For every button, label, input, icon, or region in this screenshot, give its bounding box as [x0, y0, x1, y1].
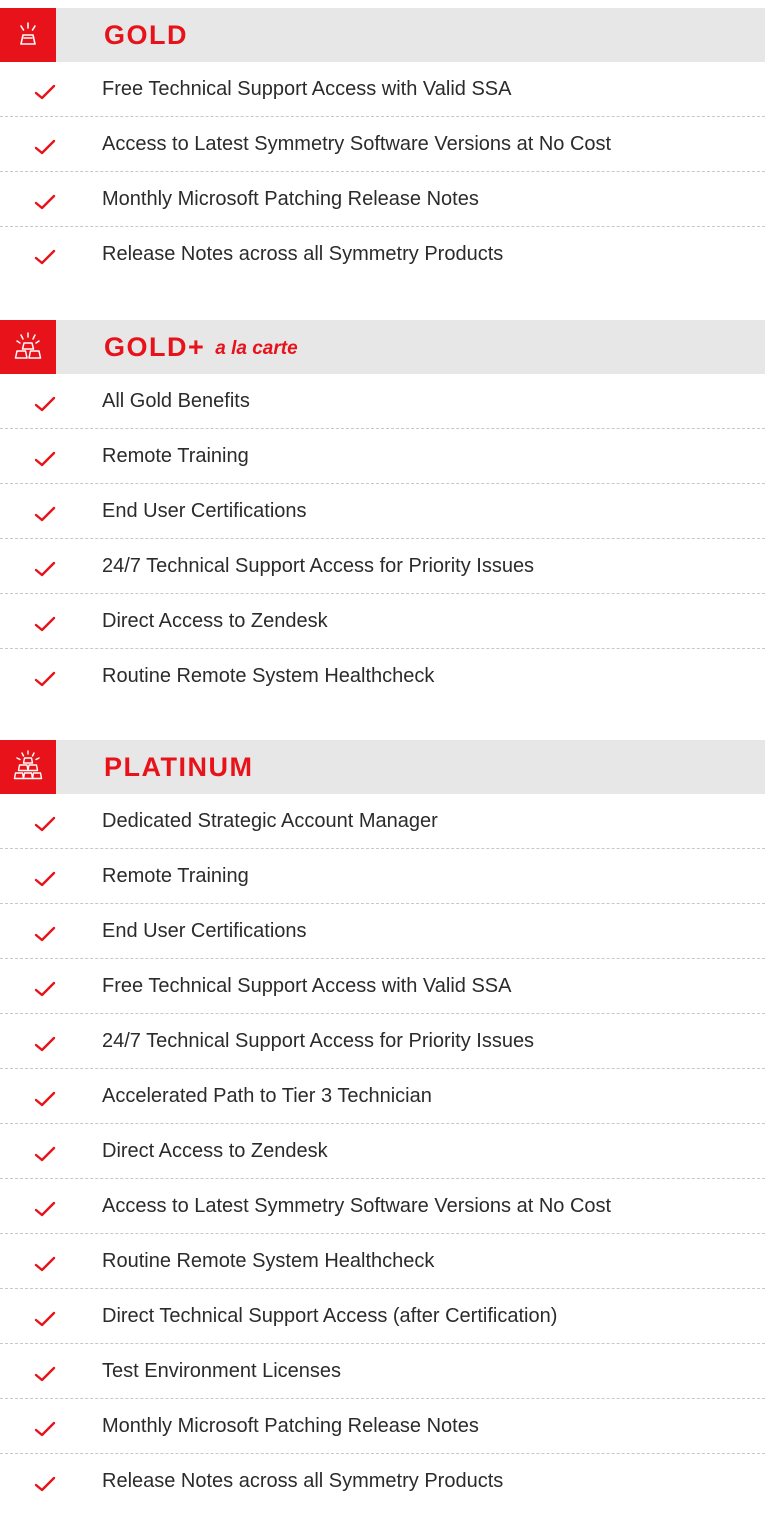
support-tiers-page: GOLD Free Technical Support Access with … [0, 0, 765, 1524]
list-item: Release Notes across all Symmetry Produc… [0, 227, 765, 281]
checkmark-icon [34, 1256, 56, 1272]
list-item: Monthly Microsoft Patching Release Notes [0, 1399, 765, 1454]
feature-label: Direct Access to Zendesk [102, 1139, 328, 1162]
feature-label: Access to Latest Symmetry Software Versi… [102, 132, 612, 155]
gold-bar-single-icon [0, 8, 56, 62]
checkmark-icon [34, 1201, 56, 1217]
feature-label: Release Notes across all Symmetry Produc… [102, 1469, 504, 1492]
feature-label: Monthly Microsoft Patching Release Notes [102, 187, 479, 210]
feature-label: Free Technical Support Access with Valid… [102, 974, 512, 997]
checkmark-icon [34, 1311, 56, 1327]
feature-label: Remote Training [102, 444, 249, 467]
list-item: Access to Latest Symmetry Software Versi… [0, 1179, 765, 1234]
feature-list: Free Technical Support Access with Valid… [0, 62, 765, 281]
tier-header: PLATINUM [0, 740, 765, 794]
tier-title: PLATINUM [56, 740, 253, 794]
gold-bars-stack-icon [0, 320, 56, 374]
list-item: Release Notes across all Symmetry Produc… [0, 1454, 765, 1508]
checkmark-icon [34, 194, 56, 210]
list-item: Test Environment Licenses [0, 1344, 765, 1399]
list-item: Free Technical Support Access with Valid… [0, 62, 765, 117]
feature-label: Routine Remote System Healthcheck [102, 664, 435, 687]
checkmark-icon [34, 926, 56, 942]
list-item: Routine Remote System Healthcheck [0, 1234, 765, 1289]
feature-label: 24/7 Technical Support Access for Priori… [102, 1029, 535, 1052]
feature-list: All Gold Benefits Remote Training End Us… [0, 374, 765, 703]
feature-label: Free Technical Support Access with Valid… [102, 77, 512, 100]
feature-label: Test Environment Licenses [102, 1359, 342, 1382]
checkmark-icon [34, 451, 56, 467]
list-item: 24/7 Technical Support Access for Priori… [0, 1014, 765, 1069]
feature-label: Remote Training [102, 864, 249, 887]
checkmark-icon [34, 1476, 56, 1492]
feature-label: Release Notes across all Symmetry Produc… [102, 242, 504, 265]
feature-label: All Gold Benefits [102, 389, 250, 412]
feature-label: End User Certifications [102, 919, 307, 942]
list-item: Direct Technical Support Access (after C… [0, 1289, 765, 1344]
checkmark-icon [34, 139, 56, 155]
list-item: End User Certifications [0, 484, 765, 539]
checkmark-icon [34, 1036, 56, 1052]
checkmark-icon [34, 249, 56, 265]
list-item: Routine Remote System Healthcheck [0, 649, 765, 703]
tier-header: GOLD+ a la carte [0, 320, 765, 374]
list-item: Dedicated Strategic Account Manager [0, 794, 765, 849]
checkmark-icon [34, 84, 56, 100]
list-item: Monthly Microsoft Patching Release Notes [0, 172, 765, 227]
list-item: Accelerated Path to Tier 3 Technician [0, 1069, 765, 1124]
checkmark-icon [34, 1421, 56, 1437]
platinum-bars-pyramid-icon [0, 740, 56, 794]
feature-label: Access to Latest Symmetry Software Versi… [102, 1194, 612, 1217]
list-item: 24/7 Technical Support Access for Priori… [0, 539, 765, 594]
checkmark-icon [34, 1146, 56, 1162]
tier-title: GOLD+ a la carte [56, 320, 298, 374]
feature-list: Dedicated Strategic Account Manager Remo… [0, 794, 765, 1508]
list-item: Remote Training [0, 429, 765, 484]
tier-name: PLATINUM [104, 751, 254, 782]
checkmark-icon [34, 816, 56, 832]
feature-label: Accelerated Path to Tier 3 Technician [102, 1084, 432, 1107]
feature-label: Direct Access to Zendesk [102, 609, 328, 632]
checkmark-icon [34, 616, 56, 632]
feature-label: 24/7 Technical Support Access for Priori… [102, 554, 535, 577]
feature-label: Routine Remote System Healthcheck [102, 1249, 435, 1272]
tier-gold: GOLD Free Technical Support Access with … [0, 8, 765, 281]
tier-name: GOLD+ [104, 331, 206, 362]
checkmark-icon [34, 871, 56, 887]
list-item: All Gold Benefits [0, 374, 765, 429]
checkmark-icon [34, 506, 56, 522]
tier-gold-plus: GOLD+ a la carte All Gold Benefits Remot… [0, 320, 765, 703]
checkmark-icon [34, 396, 56, 412]
list-item: Access to Latest Symmetry Software Versi… [0, 117, 765, 172]
checkmark-icon [34, 981, 56, 997]
feature-label: End User Certifications [102, 499, 307, 522]
tier-header: GOLD [0, 8, 765, 62]
list-item: Direct Access to Zendesk [0, 1124, 765, 1179]
tier-title: GOLD [56, 8, 188, 62]
list-item: Free Technical Support Access with Valid… [0, 959, 765, 1014]
checkmark-icon [34, 671, 56, 687]
checkmark-icon [34, 1366, 56, 1382]
list-item: Direct Access to Zendesk [0, 594, 765, 649]
checkmark-icon [34, 561, 56, 577]
list-item: Remote Training [0, 849, 765, 904]
checkmark-icon [34, 1091, 56, 1107]
feature-label: Direct Technical Support Access (after C… [102, 1304, 558, 1327]
tier-platinum: PLATINUM Dedicated Strategic Account Man… [0, 740, 765, 1508]
feature-label: Dedicated Strategic Account Manager [102, 809, 438, 832]
tier-name: GOLD [104, 19, 188, 50]
feature-label: Monthly Microsoft Patching Release Notes [102, 1414, 479, 1437]
tier-subtitle: a la carte [215, 338, 298, 359]
list-item: End User Certifications [0, 904, 765, 959]
